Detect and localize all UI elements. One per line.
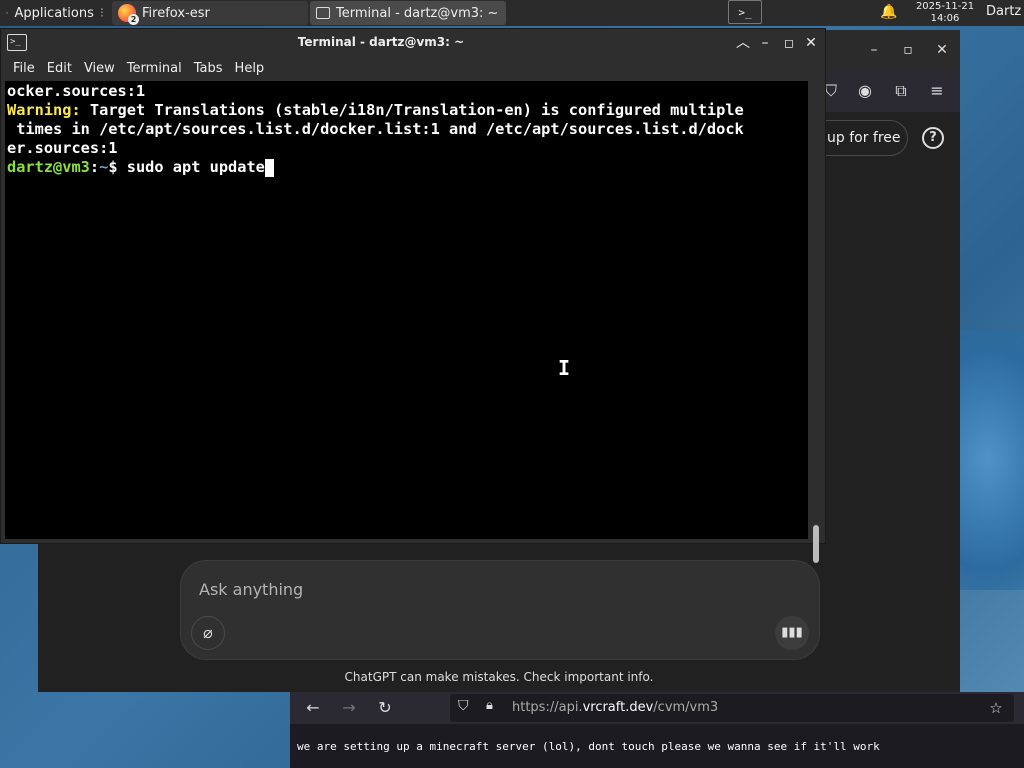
prompt-separator: :	[89, 158, 100, 176]
menu-edit[interactable]: Edit	[41, 57, 78, 81]
top-panel: Applications ⁝ 2 Firefox-esr Terminal - …	[0, 0, 1024, 26]
vnc-browser-window: ← → ↻ ⛉ 🔒︎ https://api.vrcraft.dev/cvm/v…	[290, 692, 1024, 768]
terminal-titlebar[interactable]: >_ Terminal - dartz@vm3: ~ ︿ – ◻ ✕	[1, 29, 825, 57]
terminal-line: ocker.sources:1	[7, 82, 146, 100]
warning-label: Warning:	[7, 101, 81, 119]
lock-icon[interactable]: 🔒︎	[486, 698, 500, 718]
bookmark-star-icon[interactable]: ☆	[986, 698, 1006, 718]
vnc-banner-message: we are setting up a minecraft server (lo…	[297, 740, 880, 753]
prompt-path: ~	[99, 158, 109, 176]
chat-composer: ⌀ ▮▮▮	[180, 560, 820, 660]
url-path: /cvm/vm3	[653, 700, 719, 715]
vnc-browser-toolbar: ← → ↻ ⛉ 🔒︎ https://api.vrcraft.dev/cvm/v…	[290, 692, 1024, 724]
terminal-menubar: File Edit View Terminal Tabs Help	[1, 57, 825, 81]
menu-view[interactable]: View	[78, 57, 121, 81]
typed-command: sudo apt update	[126, 158, 265, 176]
back-arrow-icon[interactable]: ←	[302, 697, 324, 719]
menu-tabs[interactable]: Tabs	[188, 57, 229, 81]
disclaimer-text: ChatGPT can make mistakes. Check importa…	[344, 670, 654, 684]
hamburger-menu-icon[interactable]: ≡	[926, 80, 948, 102]
ibeam-cursor-icon: I	[558, 356, 571, 380]
terminal-icon	[316, 7, 330, 19]
account-icon[interactable]: ◉	[854, 80, 876, 102]
prompt-user: dartz@vm3	[7, 158, 90, 176]
extensions-icon[interactable]: ⧉	[890, 80, 912, 102]
url-text: https://api.vrcraft.dev/cvm/vm3	[512, 700, 718, 715]
menu-separator-icon: ⁝	[99, 5, 104, 21]
terminal-icon: >_	[738, 5, 752, 19]
tracking-shield-icon[interactable]: ⛉	[458, 698, 476, 718]
reload-icon[interactable]: ↻	[374, 697, 396, 719]
warning-text: Target Translations (stable/i18n/Transla…	[80, 101, 744, 119]
window-count-badge: 2	[128, 14, 139, 25]
shade-up-icon[interactable]: ︿	[733, 33, 753, 53]
taskbar-firefox[interactable]: 2 Firefox-esr	[112, 1, 308, 25]
url-host: vrcraft.dev	[582, 700, 654, 715]
taskbar-terminal[interactable]: Terminal - dartz@vm3: ~	[310, 1, 506, 25]
ask-input[interactable]	[199, 577, 719, 601]
firefox-icon: 2	[118, 4, 139, 25]
menu-help[interactable]: Help	[229, 57, 271, 81]
forward-arrow-icon[interactable]: →	[338, 697, 360, 719]
close-icon[interactable]: ✕	[801, 33, 821, 53]
prompt-line: dartz@vm3:~$ sudo apt update	[7, 158, 806, 177]
terminal-line: Warning: Target Translations (stable/i18…	[7, 101, 806, 120]
paperclip-icon[interactable]: ⌀	[191, 616, 225, 650]
workspace-switcher[interactable]: >_	[728, 0, 762, 24]
terminal-title: Terminal - dartz@vm3: ~	[297, 35, 465, 49]
terminal-window: >_ Terminal - dartz@vm3: ~ ︿ – ◻ ✕ File …	[0, 28, 826, 563]
prompt-symbol: $	[108, 158, 127, 176]
clock-date: 2025-11-21	[915, 1, 975, 12]
voice-mode-icon[interactable]: ▮▮▮	[775, 616, 809, 650]
xfce-logo-icon	[6, 11, 9, 15]
taskbar-terminal-label: Terminal - dartz@vm3: ~	[336, 5, 499, 21]
url-prefix: https://api.	[512, 700, 583, 715]
text-cursor	[264, 159, 274, 177]
help-icon[interactable]: ?	[922, 127, 944, 149]
taskbar-firefox-label: Firefox-esr	[142, 5, 210, 21]
minimize-icon[interactable]: –	[755, 33, 775, 53]
applications-menu-button[interactable]: Applications ⁝	[0, 0, 110, 26]
menu-file[interactable]: File	[7, 57, 41, 81]
minimize-icon[interactable]: –	[864, 40, 884, 60]
url-bar[interactable]: ⛉ 🔒︎ https://api.vrcraft.dev/cvm/vm3 ☆	[450, 694, 1014, 722]
terminal-scrollbar[interactable]	[809, 81, 825, 563]
maximize-icon[interactable]: ◻	[779, 33, 799, 53]
terminal-line: times in /etc/apt/sources.list.d/docker.…	[7, 120, 744, 138]
applications-label: Applications	[14, 5, 94, 21]
user-menu[interactable]: Dartz	[986, 4, 1021, 19]
maximize-icon[interactable]: ▫	[898, 40, 918, 60]
notification-bell-icon[interactable]: 🔔	[880, 4, 898, 22]
terminal-line: er.sources:1	[7, 139, 118, 157]
terminal-output[interactable]: ocker.sources:1 Warning: Target Translati…	[5, 81, 808, 539]
scrollbar-thumb[interactable]	[813, 525, 819, 563]
clock[interactable]: 2025-11-21 14:06	[910, 1, 980, 25]
menu-terminal[interactable]: Terminal	[121, 57, 188, 81]
clock-time: 14:06	[930, 13, 960, 24]
close-icon[interactable]: ✕	[932, 40, 952, 60]
